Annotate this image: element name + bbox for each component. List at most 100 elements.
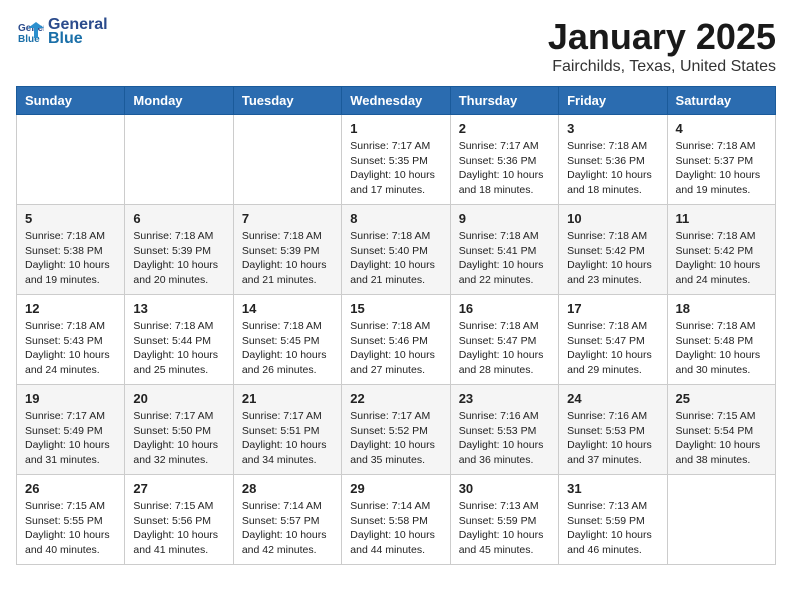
day-number: 12 [25,301,116,316]
day-number: 25 [676,391,767,406]
day-info: Sunrise: 7:17 AM Sunset: 5:49 PM Dayligh… [25,409,116,468]
day-cell [667,475,775,565]
day-cell: 22 Sunrise: 7:17 AM Sunset: 5:52 PM Dayli… [342,385,450,475]
day-cell: 8Sunrise: 7:18 AM Sunset: 5:40 PM Daylig… [342,205,450,295]
day-number: 1 [350,121,441,136]
day-cell [233,115,341,205]
calendar-table: SundayMondayTuesdayWednesdayThursdayFrid… [16,86,776,565]
day-number: 21 [242,391,333,406]
day-cell: 7Sunrise: 7:18 AM Sunset: 5:39 PM Daylig… [233,205,341,295]
day-cell: 20 Sunrise: 7:17 AM Sunset: 5:50 PM Dayli… [125,385,233,475]
day-number: 24 [567,391,658,406]
day-cell: 15 Sunrise: 7:18 AM Sunset: 5:46 PM Dayli… [342,295,450,385]
day-cell: 14 Sunrise: 7:18 AM Sunset: 5:45 PM Dayli… [233,295,341,385]
day-info: Sunrise: 7:13 AM Sunset: 5:59 PM Dayligh… [567,499,658,558]
week-row-4: 19Sunrise: 7:17 AM Sunset: 5:49 PM Dayli… [17,385,776,475]
day-cell: 27 Sunrise: 7:15 AM Sunset: 5:56 PM Dayli… [125,475,233,565]
svg-text:General: General [18,23,44,34]
day-cell: 31 Sunrise: 7:13 AM Sunset: 5:59 PM Dayli… [559,475,667,565]
day-info: Sunrise: 7:17 AM Sunset: 5:36 PM Dayligh… [459,139,550,198]
day-info: Sunrise: 7:15 AM Sunset: 5:56 PM Dayligh… [133,499,224,558]
day-cell [17,115,125,205]
day-number: 17 [567,301,658,316]
day-cell: 18Sunrise: 7:18 AM Sunset: 5:48 PM Dayli… [667,295,775,385]
day-cell: 28 Sunrise: 7:14 AM Sunset: 5:57 PM Dayli… [233,475,341,565]
day-cell: 5 Sunrise: 7:18 AM Sunset: 5:38 PM Daylig… [17,205,125,295]
day-info: Sunrise: 7:14 AM Sunset: 5:57 PM Dayligh… [242,499,333,558]
day-cell: 1Sunrise: 7:17 AM Sunset: 5:35 PM Daylig… [342,115,450,205]
day-number: 22 [350,391,441,406]
day-number: 6 [133,211,224,226]
day-cell: 6 Sunrise: 7:18 AM Sunset: 5:39 PM Daylig… [125,205,233,295]
day-number: 26 [25,481,116,496]
week-row-2: 5 Sunrise: 7:18 AM Sunset: 5:38 PM Daylig… [17,205,776,295]
header-day-friday: Friday [559,87,667,115]
day-number: 28 [242,481,333,496]
day-info: Sunrise: 7:18 AM Sunset: 5:44 PM Dayligh… [133,319,224,378]
day-cell: 16Sunrise: 7:18 AM Sunset: 5:47 PM Dayli… [450,295,558,385]
day-cell: 10Sunrise: 7:18 AM Sunset: 5:42 PM Dayli… [559,205,667,295]
day-info: Sunrise: 7:14 AM Sunset: 5:58 PM Dayligh… [350,499,441,558]
calendar-title: January 2025 [548,16,776,58]
header-row: SundayMondayTuesdayWednesdayThursdayFrid… [17,87,776,115]
day-info: Sunrise: 7:17 AM Sunset: 5:50 PM Dayligh… [133,409,224,468]
day-cell: 26 Sunrise: 7:15 AM Sunset: 5:55 PM Dayli… [17,475,125,565]
day-info: Sunrise: 7:18 AM Sunset: 5:47 PM Dayligh… [567,319,658,378]
logo: General Blue General Blue [16,16,108,48]
day-cell: 12 Sunrise: 7:18 AM Sunset: 5:43 PM Dayli… [17,295,125,385]
day-info: Sunrise: 7:18 AM Sunset: 5:36 PM Dayligh… [567,139,658,198]
header: General Blue General Blue January 2025 F… [16,16,776,76]
day-info: Sunrise: 7:16 AM Sunset: 5:53 PM Dayligh… [567,409,658,468]
header-day-wednesday: Wednesday [342,87,450,115]
day-info: Sunrise: 7:18 AM Sunset: 5:47 PM Dayligh… [459,319,550,378]
day-number: 11 [676,211,767,226]
day-info: Sunrise: 7:18 AM Sunset: 5:38 PM Dayligh… [25,229,116,288]
day-number: 18 [676,301,767,316]
day-number: 20 [133,391,224,406]
day-info: Sunrise: 7:17 AM Sunset: 5:52 PM Dayligh… [350,409,441,468]
day-cell: 2 Sunrise: 7:17 AM Sunset: 5:36 PM Daylig… [450,115,558,205]
day-info: Sunrise: 7:18 AM Sunset: 5:43 PM Dayligh… [25,319,116,378]
day-number: 31 [567,481,658,496]
day-info: Sunrise: 7:15 AM Sunset: 5:54 PM Dayligh… [676,409,767,468]
day-info: Sunrise: 7:18 AM Sunset: 5:39 PM Dayligh… [133,229,224,288]
header-day-sunday: Sunday [17,87,125,115]
day-cell: 23Sunrise: 7:16 AM Sunset: 5:53 PM Dayli… [450,385,558,475]
header-day-thursday: Thursday [450,87,558,115]
logo-icon: General Blue [16,18,44,46]
day-number: 2 [459,121,550,136]
day-info: Sunrise: 7:15 AM Sunset: 5:55 PM Dayligh… [25,499,116,558]
day-number: 15 [350,301,441,316]
day-cell: 17 Sunrise: 7:18 AM Sunset: 5:47 PM Dayli… [559,295,667,385]
day-cell: 29 Sunrise: 7:14 AM Sunset: 5:58 PM Dayli… [342,475,450,565]
day-info: Sunrise: 7:18 AM Sunset: 5:45 PM Dayligh… [242,319,333,378]
day-number: 29 [350,481,441,496]
day-number: 5 [25,211,116,226]
week-row-1: 1Sunrise: 7:17 AM Sunset: 5:35 PM Daylig… [17,115,776,205]
day-number: 23 [459,391,550,406]
day-info: Sunrise: 7:18 AM Sunset: 5:37 PM Dayligh… [676,139,767,198]
logo-text: General Blue [48,16,108,48]
week-row-5: 26 Sunrise: 7:15 AM Sunset: 5:55 PM Dayli… [17,475,776,565]
day-cell [125,115,233,205]
header-day-tuesday: Tuesday [233,87,341,115]
day-cell: 4 Sunrise: 7:18 AM Sunset: 5:37 PM Daylig… [667,115,775,205]
day-cell: 19Sunrise: 7:17 AM Sunset: 5:49 PM Dayli… [17,385,125,475]
week-row-3: 12 Sunrise: 7:18 AM Sunset: 5:43 PM Dayli… [17,295,776,385]
day-number: 10 [567,211,658,226]
day-info: Sunrise: 7:18 AM Sunset: 5:46 PM Dayligh… [350,319,441,378]
day-number: 14 [242,301,333,316]
day-number: 4 [676,121,767,136]
day-number: 13 [133,301,224,316]
day-info: Sunrise: 7:18 AM Sunset: 5:39 PM Dayligh… [242,229,333,288]
day-cell: 9 Sunrise: 7:18 AM Sunset: 5:41 PM Daylig… [450,205,558,295]
header-day-saturday: Saturday [667,87,775,115]
day-cell: 21Sunrise: 7:17 AM Sunset: 5:51 PM Dayli… [233,385,341,475]
day-number: 3 [567,121,658,136]
day-info: Sunrise: 7:18 AM Sunset: 5:41 PM Dayligh… [459,229,550,288]
title-area: January 2025 Fairchilds, Texas, United S… [548,16,776,76]
day-number: 27 [133,481,224,496]
day-cell: 3 Sunrise: 7:18 AM Sunset: 5:36 PM Daylig… [559,115,667,205]
day-number: 9 [459,211,550,226]
header-day-monday: Monday [125,87,233,115]
